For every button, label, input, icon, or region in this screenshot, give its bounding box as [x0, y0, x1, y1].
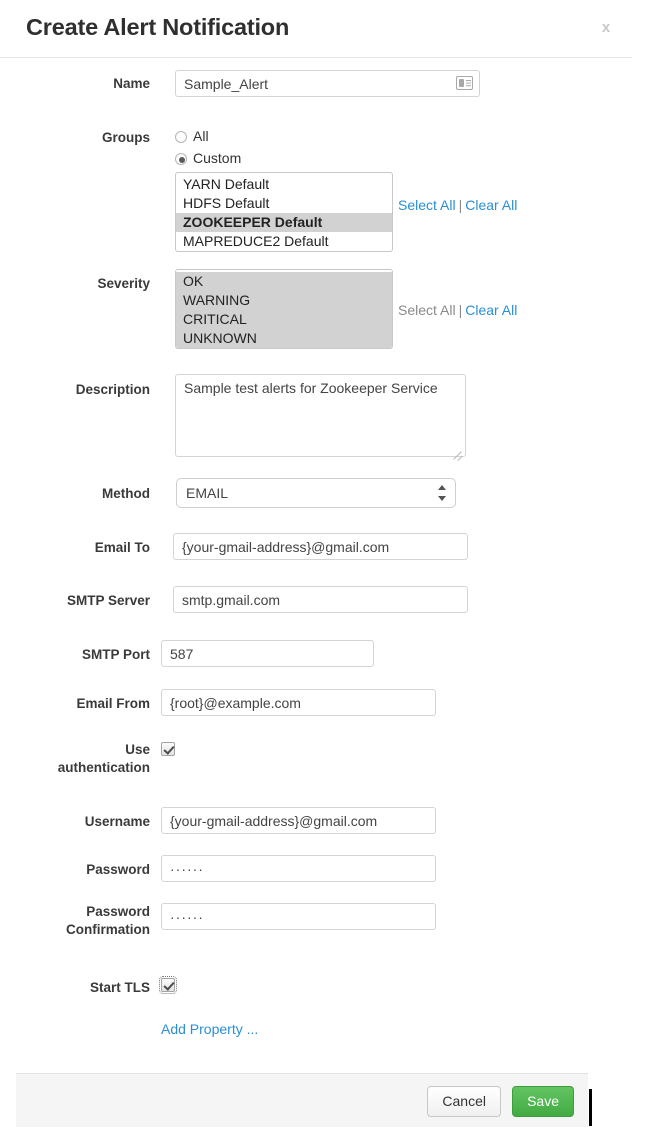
password-confirmation-input[interactable]: [161, 903, 436, 930]
groups-clear-all-link[interactable]: Clear All: [465, 197, 517, 213]
create-alert-notification-dialog: Create Alert Notification x Name Groups …: [0, 0, 632, 1144]
link-separator: |: [458, 197, 463, 213]
description-wrap: Sample test alerts for Zookeeper Service: [175, 374, 466, 462]
smtp-server-label: SMTP Server: [66, 593, 150, 608]
start-tls-checkbox[interactable]: [159, 976, 177, 994]
username-input[interactable]: [161, 807, 436, 834]
severity-select-all-link[interactable]: Select All: [398, 302, 456, 318]
smtp-port-label: SMTP Port: [81, 647, 150, 662]
radio-checked-icon: [175, 153, 187, 165]
list-item[interactable]: WARNING: [176, 291, 392, 310]
groups-radio-custom-label: Custom: [193, 150, 242, 166]
list-item[interactable]: UNKNOWN: [176, 329, 392, 348]
groups-radio-all[interactable]: All: [175, 128, 209, 144]
severity-select-links: Select All | Clear All: [398, 302, 517, 318]
add-property-link[interactable]: Add Property ...: [161, 1021, 258, 1037]
start-tls-label: Start TLS: [89, 980, 150, 995]
list-item[interactable]: ZOOKEEPER Default: [176, 213, 392, 232]
email-from-input[interactable]: [161, 689, 436, 716]
email-to-input[interactable]: [173, 533, 468, 560]
method-select-wrap: EMAIL: [176, 478, 456, 508]
name-label: Name: [113, 76, 150, 91]
password-confirmation-label: Password Confirmation: [0, 903, 150, 939]
groups-radio-all-label: All: [193, 128, 209, 144]
name-input-wrap: [175, 70, 480, 97]
password-confirmation-label-line2: Confirmation: [66, 922, 150, 937]
use-authentication-label-line1: Use: [125, 742, 150, 757]
list-item[interactable]: HDFS Default: [176, 194, 392, 213]
severity-label: Severity: [97, 276, 150, 291]
smtp-port-input[interactable]: [161, 640, 374, 667]
severity-clear-all-link[interactable]: Clear All: [465, 302, 517, 318]
dialog-header: Create Alert Notification x: [0, 0, 632, 58]
method-select[interactable]: EMAIL: [176, 478, 456, 508]
password-label: Password: [86, 862, 150, 877]
cancel-button[interactable]: Cancel: [427, 1086, 501, 1117]
groups-label: Groups: [101, 130, 150, 145]
list-item[interactable]: YARN Default: [176, 175, 392, 194]
close-icon[interactable]: x: [596, 18, 616, 38]
contact-card-icon[interactable]: [456, 76, 473, 90]
use-authentication-label-line2: authentication: [57, 760, 150, 775]
list-item[interactable]: MAPREDUCE2 Default: [176, 232, 392, 251]
email-from-label: Email From: [76, 696, 150, 711]
save-button[interactable]: Save: [512, 1086, 574, 1117]
page-title: Create Alert Notification: [26, 14, 290, 40]
description-label: Description: [75, 382, 150, 397]
list-item[interactable]: OK: [176, 272, 392, 291]
username-label: Username: [84, 814, 150, 829]
name-input[interactable]: [175, 70, 480, 97]
link-separator: |: [458, 302, 463, 318]
groups-radio-custom[interactable]: Custom: [175, 150, 241, 166]
text-cursor-artifact: [589, 1089, 592, 1126]
use-authentication-label: Use authentication: [0, 741, 150, 777]
email-to-label: Email To: [94, 540, 150, 555]
description-textarea[interactable]: Sample test alerts for Zookeeper Service: [175, 374, 466, 457]
radio-unchecked-icon: [175, 131, 187, 143]
dialog-footer: Cancel Save: [16, 1073, 588, 1127]
groups-select-all-link[interactable]: Select All: [398, 197, 456, 213]
smtp-server-input[interactable]: [173, 586, 468, 613]
password-confirmation-label-line1: Password: [86, 904, 150, 919]
severity-listbox[interactable]: OK WARNING CRITICAL UNKNOWN: [175, 269, 393, 349]
password-input[interactable]: [161, 855, 436, 882]
groups-select-links: Select All | Clear All: [398, 197, 517, 213]
groups-listbox[interactable]: YARN Default HDFS Default ZOOKEEPER Defa…: [175, 172, 393, 252]
use-authentication-checkbox[interactable]: [161, 742, 175, 756]
method-label: Method: [102, 486, 150, 501]
list-item[interactable]: CRITICAL: [176, 310, 392, 329]
